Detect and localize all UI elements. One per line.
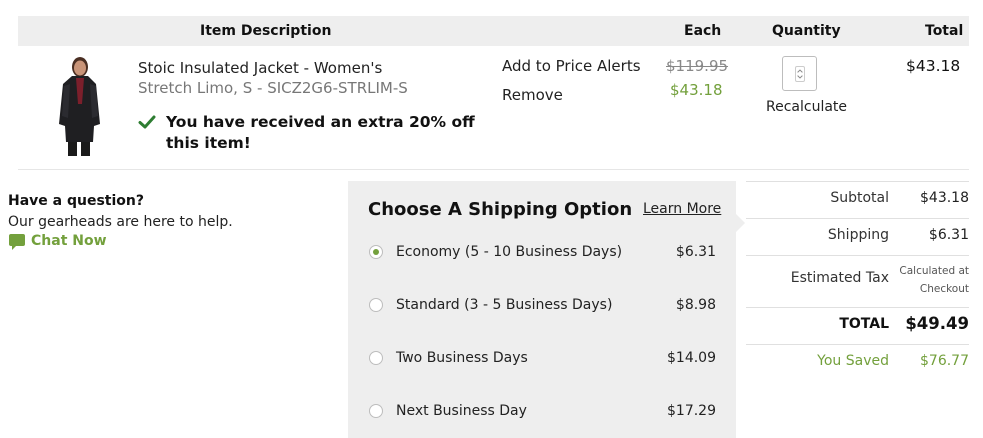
remove-item-link[interactable]: Remove xyxy=(502,86,563,104)
radio-button[interactable] xyxy=(369,404,383,418)
shipping-option-label: Next Business Day xyxy=(396,403,527,419)
shipping-option-standard[interactable]: Standard (3 - 5 Business Days) $8.98 xyxy=(368,294,716,318)
shipping-option-next-day[interactable]: Next Business Day $17.29 xyxy=(368,400,716,424)
shipping-option-price: $6.31 xyxy=(675,244,716,260)
recalculate-link[interactable]: Recalculate xyxy=(766,99,847,115)
total-label: TOTAL xyxy=(839,316,889,332)
chat-bubble-icon xyxy=(9,234,25,250)
shipping-panel-pointer xyxy=(736,214,745,232)
header-total: Total xyxy=(925,23,964,39)
shipping-value: $6.31 xyxy=(928,227,969,243)
shipping-option-two-day[interactable]: Two Business Days $14.09 xyxy=(368,347,716,371)
checkmark-icon xyxy=(138,115,156,129)
header-quantity: Quantity xyxy=(772,23,841,39)
summary-row-tax: Estimated Tax Calculated at Checkout xyxy=(746,255,969,307)
chat-now-link[interactable]: Chat Now xyxy=(9,233,107,250)
summary-row-saved: You Saved $76.77 xyxy=(746,344,969,381)
add-to-price-alerts-link[interactable]: Add to Price Alerts xyxy=(502,57,641,75)
shipping-option-price: $14.09 xyxy=(667,350,716,366)
tax-note-line1: Calculated at xyxy=(899,265,969,277)
help-title: Have a question? xyxy=(8,193,144,209)
shipping-option-price: $17.29 xyxy=(667,403,716,419)
total-value: $49.49 xyxy=(905,314,969,333)
estimated-tax-label: Estimated Tax xyxy=(790,270,889,286)
shipping-label: Shipping xyxy=(827,227,889,243)
promo-message: You have received an extra 20% off this … xyxy=(138,112,488,154)
learn-more-link[interactable]: Learn More xyxy=(643,201,721,217)
shipping-option-price: $8.98 xyxy=(675,297,716,313)
shipping-option-label: Standard (3 - 5 Business Days) xyxy=(396,297,613,313)
product-variant: Stretch Limo, S - SICZ2G6-STRLIM-S xyxy=(138,79,408,97)
shipping-title: Choose A Shipping Option xyxy=(368,199,633,220)
shipping-option-label: Economy (5 - 10 Business Days) xyxy=(396,244,623,260)
sale-price: $43.18 xyxy=(670,81,723,99)
header-each: Each xyxy=(684,23,722,39)
quantity-input[interactable] xyxy=(782,56,817,91)
estimated-tax-value: Calculated at Checkout xyxy=(899,262,969,298)
quantity-spinner-icon[interactable] xyxy=(795,66,805,82)
you-saved-value: $76.77 xyxy=(920,353,969,369)
tax-note-line2: Checkout xyxy=(919,283,969,295)
summary-row-shipping: Shipping $6.31 xyxy=(746,218,969,255)
row-divider xyxy=(18,169,969,170)
product-name[interactable]: Stoic Insulated Jacket - Women's xyxy=(138,59,382,77)
promo-text: You have received an extra 20% off this … xyxy=(166,113,475,152)
chat-now-label: Chat Now xyxy=(31,233,107,249)
shipping-option-label: Two Business Days xyxy=(396,350,528,366)
radio-button[interactable] xyxy=(369,298,383,312)
subtotal-value: $43.18 xyxy=(920,190,969,206)
help-subtitle: Our gearheads are here to help. xyxy=(8,214,233,230)
original-price: $119.95 xyxy=(666,57,729,75)
summary-row-total: TOTAL $49.49 xyxy=(746,307,969,344)
header-item-description: Item Description xyxy=(200,23,332,39)
line-total: $43.18 xyxy=(906,57,961,75)
radio-button[interactable] xyxy=(369,351,383,365)
radio-button[interactable] xyxy=(369,245,383,259)
summary-row-subtotal: Subtotal $43.18 xyxy=(746,181,969,218)
subtotal-label: Subtotal xyxy=(830,190,889,206)
product-image[interactable] xyxy=(46,54,112,158)
shipping-option-economy[interactable]: Economy (5 - 10 Business Days) $6.31 xyxy=(368,241,716,265)
you-saved-label: You Saved xyxy=(817,353,889,369)
